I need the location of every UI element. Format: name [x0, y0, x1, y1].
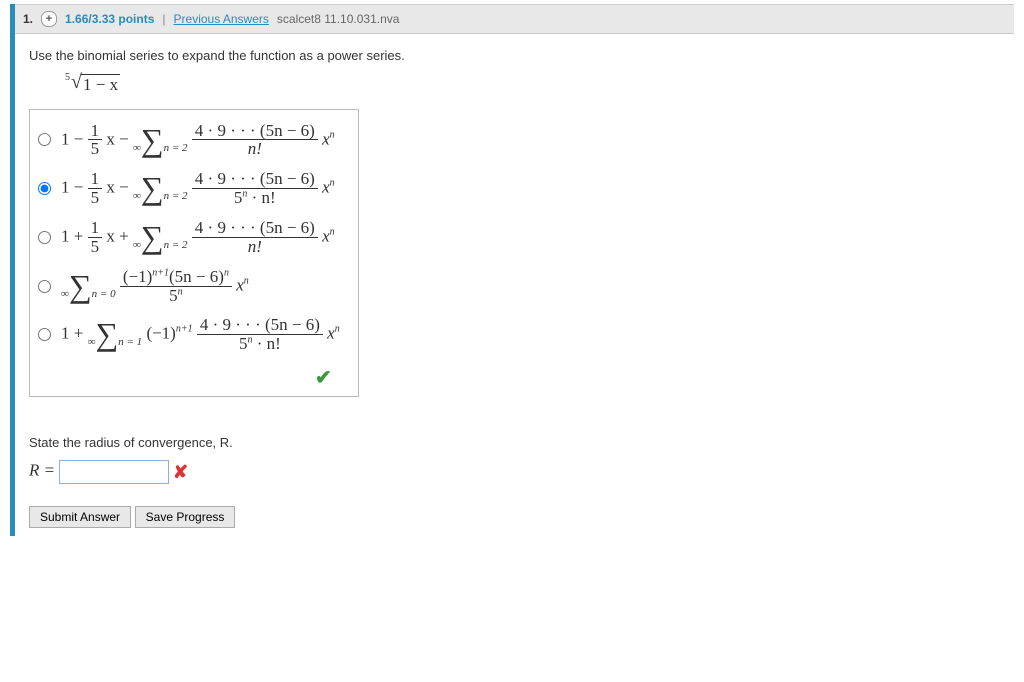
part2-prompt: State the radius of convergence, R. [29, 435, 1000, 450]
part2: State the radius of convergence, R. R = … [29, 435, 1000, 484]
choice-math-4: ∞∑n = 0 (−1)n+1(5n − 6)n 5n xn [61, 268, 249, 305]
choice-radio-3[interactable] [38, 231, 51, 244]
choice-math-5: 1 + ∞∑n = 1 (−1)n+1 4 · 9 · · · (5n − 6)… [61, 316, 340, 353]
choice-row: 1 + 15 x + ∞∑n = 2 4 · 9 · · · (5n − 6)n… [38, 213, 340, 262]
choice-row: 1 − 15 x − ∞∑n = 2 4 · 9 · · · (5n − 6)n… [38, 116, 340, 165]
question-body: Use the binomial series to expand the fu… [15, 34, 1014, 536]
choices-box: 1 − 15 x − ∞∑n = 2 4 · 9 · · · (5n − 6)n… [29, 109, 359, 397]
expand-icon[interactable]: + [41, 11, 57, 27]
choice-math-1: 1 − 15 x − ∞∑n = 2 4 · 9 · · · (5n − 6)n… [61, 122, 335, 159]
prompt-text: Use the binomial series to expand the fu… [29, 48, 1000, 63]
function-display: 5 √ 1 − x [69, 73, 1000, 95]
points-display: 1.66/3.33 points [65, 12, 154, 26]
choice-radio-2[interactable] [38, 182, 51, 195]
assignment-id: scalcet8 11.10.031.nva [277, 12, 400, 26]
submit-button[interactable]: Submit Answer [29, 506, 131, 528]
choice-row: ∞∑n = 0 (−1)n+1(5n − 6)n 5n xn [38, 262, 340, 311]
save-button[interactable]: Save Progress [135, 506, 236, 528]
separator: | [162, 12, 165, 26]
r-label: R = [29, 460, 59, 479]
choice-row: 1 − 15 x − ∞∑n = 2 4 · 9 · · · (5n − 6)5… [38, 164, 340, 213]
choice-radio-4[interactable] [38, 280, 51, 293]
root-index: 5 [65, 72, 70, 83]
choice-feedback: ✔ [38, 359, 340, 392]
question-container: 1. + 1.66/3.33 points | Previous Answers… [10, 4, 1014, 536]
check-icon: ✔ [315, 367, 332, 389]
choice-row: 1 + ∞∑n = 1 (−1)n+1 4 · 9 · · · (5n − 6)… [38, 310, 340, 359]
button-row: Submit Answer Save Progress [29, 506, 1000, 528]
choice-radio-5[interactable] [38, 328, 51, 341]
previous-answers-link[interactable]: Previous Answers [174, 12, 269, 26]
root-body: 1 − x [81, 74, 120, 95]
choice-math-3: 1 + 15 x + ∞∑n = 2 4 · 9 · · · (5n − 6)n… [61, 219, 335, 256]
r-input[interactable] [59, 460, 169, 484]
choice-math-2: 1 − 15 x − ∞∑n = 2 4 · 9 · · · (5n − 6)5… [61, 170, 335, 207]
cross-icon: ✘ [173, 462, 188, 483]
choice-radio-1[interactable] [38, 133, 51, 146]
question-header: 1. + 1.66/3.33 points | Previous Answers… [15, 4, 1014, 34]
question-number: 1. [23, 12, 33, 26]
